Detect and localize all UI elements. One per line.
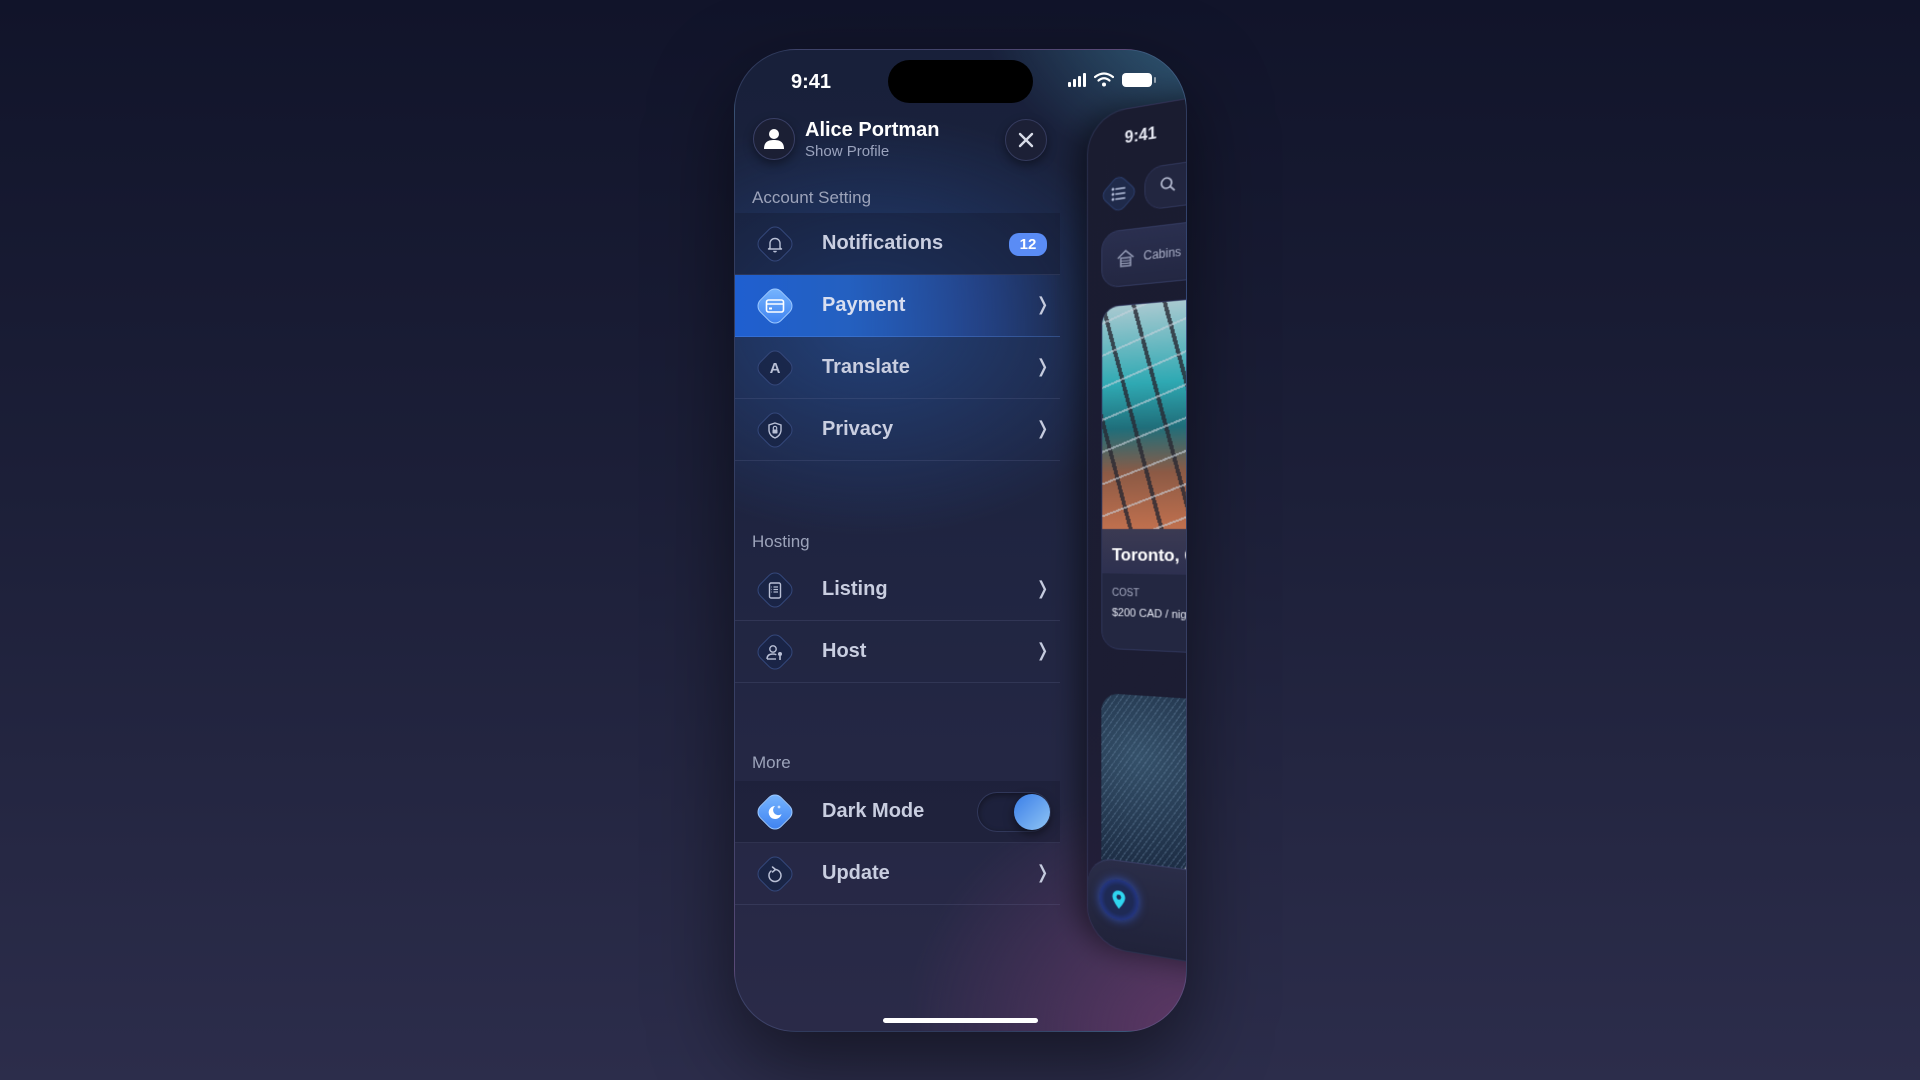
menu-item-label: Dark Mode (822, 800, 925, 822)
preview-bottom-nav (1087, 856, 1186, 980)
home-indicator[interactable] (883, 1018, 1038, 1023)
status-icons (1068, 72, 1156, 87)
preview-status-time: 9:41 (1124, 124, 1157, 148)
menu-item-label: Host (822, 640, 867, 662)
chevron-right-icon: ❭ (1035, 640, 1051, 660)
menu-item-dark-mode[interactable]: Dark Mode (735, 781, 1060, 843)
menu-item-listing[interactable]: Listing ❭ (735, 559, 1060, 621)
preview-category-chip[interactable]: Cabins (1101, 207, 1186, 289)
shield-lock-icon (760, 415, 790, 445)
listing-photo (1102, 289, 1186, 529)
toggle-knob (1014, 794, 1050, 830)
section-label-account: Account Setting (752, 188, 872, 207)
search-icon (1159, 175, 1175, 194)
section-label-hosting: Hosting (752, 532, 810, 551)
menu-item-label: Update (822, 862, 890, 884)
chevron-right-icon: ❭ (1035, 418, 1051, 438)
menu-item-label: Translate (822, 356, 910, 378)
user-icon (764, 129, 784, 149)
refresh-icon (760, 859, 790, 889)
menu-item-label: Privacy (822, 418, 894, 440)
menu-item-privacy[interactable]: Privacy ❭ (735, 399, 1060, 461)
show-profile-link[interactable]: Show Profile (805, 143, 939, 160)
menu-item-payment[interactable]: Payment ❭ (735, 275, 1060, 337)
preview-category-label: Cabins (1143, 244, 1182, 264)
chevron-right-icon: ❭ (1035, 578, 1051, 598)
listing-title: Toronto, C (1102, 528, 1186, 577)
menu-item-host[interactable]: Host ❭ (735, 621, 1060, 683)
chevron-right-icon: ❭ (1035, 294, 1051, 314)
preview-search-field[interactable] (1144, 143, 1186, 211)
translate-icon: A (769, 359, 781, 377)
dark-mode-toggle[interactable] (977, 792, 1051, 832)
battery-icon (1122, 72, 1156, 87)
profile-name: Alice Portman (805, 118, 940, 141)
preview-listing-card[interactable]: Toronto, C COST $200 CAD / nigh (1101, 287, 1187, 659)
location-pin-icon (1112, 889, 1126, 910)
menu-item-label: Payment (822, 294, 906, 316)
close-button[interactable] (1005, 119, 1047, 161)
menu-item-label: Notifications (822, 232, 944, 254)
section-label-more: More (752, 753, 791, 772)
user-key-icon (760, 637, 790, 667)
cabin-icon (1116, 248, 1136, 268)
close-icon (1018, 132, 1034, 148)
cellular-signal-icon (1068, 72, 1086, 87)
moon-stars-icon (760, 797, 790, 827)
list-icon (1106, 179, 1131, 209)
background-app-preview[interactable]: 9:41 Cabins Toronto, C COST $200 CAD / n… (1087, 80, 1187, 980)
document-list-icon (760, 575, 790, 605)
menu-item-translate[interactable]: A Translate ❭ (735, 337, 1060, 399)
menu-item-label: Listing (822, 578, 888, 600)
wifi-icon (1094, 72, 1114, 87)
location-pin-button[interactable] (1099, 876, 1139, 924)
profile-header[interactable]: Alice Portman Show Profile (753, 118, 939, 160)
menu-item-notifications[interactable]: Notifications 12 (735, 213, 1060, 275)
preview-menu-button[interactable] (1099, 173, 1139, 214)
notification-count-badge: 12 (1009, 233, 1047, 256)
credit-card-icon (760, 291, 790, 321)
avatar[interactable] (753, 118, 795, 160)
bell-icon (760, 229, 790, 259)
phone-frame: 9:41 Cabins Toronto, C COST $200 CAD / n… (734, 49, 1187, 1032)
menu-item-update[interactable]: Update ❭ (735, 843, 1060, 905)
chevron-right-icon: ❭ (1035, 356, 1051, 376)
listing-cost-value: $200 CAD / nigh (1111, 606, 1187, 622)
side-menu: Alice Portman Show Profile Account Setti… (735, 50, 1065, 1031)
chevron-right-icon: ❭ (1035, 862, 1051, 882)
